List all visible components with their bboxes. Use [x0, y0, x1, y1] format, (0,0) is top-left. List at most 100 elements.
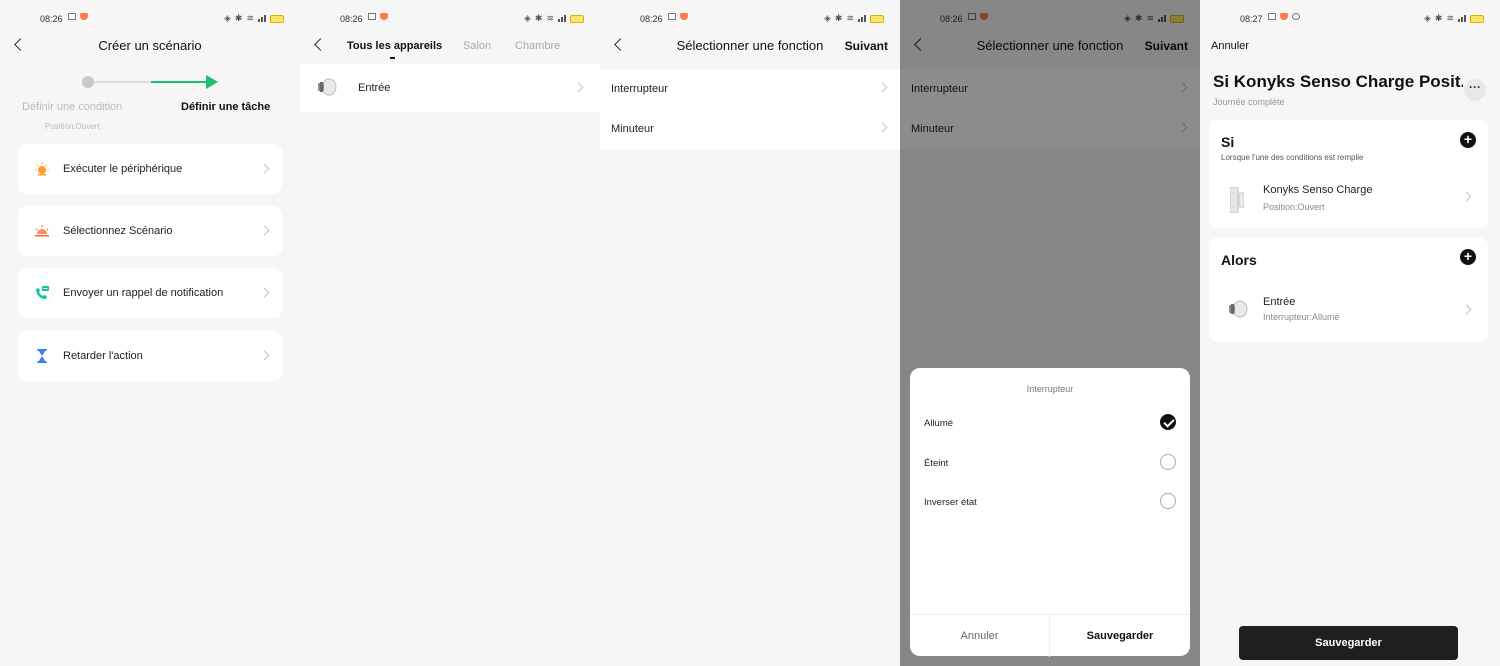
bluetooth-icon: ✱ — [1434, 13, 1443, 23]
function-timer[interactable]: Minuteur — [600, 109, 900, 149]
if-section: Si Lorsque l'une des conditions est remp… — [1209, 120, 1488, 228]
tab-bedroom[interactable]: Chambre — [515, 40, 560, 52]
battery-icon — [270, 14, 284, 23]
action-run-device[interactable]: Exécuter le périphérique — [18, 144, 282, 194]
smart-bulb-icon — [318, 78, 337, 96]
vibrate-icon: ◈ — [823, 13, 831, 23]
sunset-icon — [35, 225, 49, 237]
wifi-icon: ≋ — [1446, 13, 1454, 23]
add-condition-icon[interactable]: + — [1460, 132, 1476, 148]
battery-icon — [1470, 14, 1484, 23]
battery-icon — [870, 14, 884, 23]
if-header: Si — [1221, 134, 1235, 150]
save-button[interactable]: Sauvegarder — [1239, 626, 1458, 660]
status-time: 08:26 — [640, 14, 663, 24]
save-button[interactable]: Sauvegarder — [1050, 615, 1190, 657]
action-label: Retarder l'action — [63, 350, 143, 362]
function-switch[interactable]: Interrupteur — [600, 69, 900, 109]
cancel-button[interactable]: Annuler — [910, 615, 1050, 657]
action-device-name[interactable]: Entrée — [1263, 296, 1295, 308]
wifi-icon: ≋ — [846, 13, 854, 23]
signal-icon — [258, 15, 266, 22]
option-label: Éteint — [924, 458, 949, 469]
stepper: Définir une condition Position:Ouvert Dé… — [0, 70, 300, 140]
more-icon[interactable]: ··· — [1464, 79, 1486, 101]
app-icon — [80, 13, 88, 20]
chevron-right-icon — [259, 163, 270, 174]
app-icon — [680, 13, 688, 20]
function-label: Minuteur — [611, 123, 654, 135]
option-off[interactable]: Éteint — [924, 448, 1176, 478]
signal-icon — [858, 15, 866, 22]
step1-sublabel: Position:Ouvert — [45, 122, 100, 131]
vibrate-icon: ◈ — [223, 13, 231, 23]
action-label: Exécuter le périphérique — [63, 163, 183, 175]
screen-select-function: 08:26 ◈ ✱ ≋ Sélectionner une fonction Su… — [600, 0, 900, 666]
chevron-right-icon — [573, 82, 584, 93]
screen-select-function-sheet: 08:26 ◈ ✱ ≋ Sélectionner une fonction Su… — [900, 0, 1200, 666]
action-select-scenario[interactable]: Sélectionnez Scénario — [18, 206, 282, 256]
app-icon — [1280, 13, 1288, 20]
nav-bar: Créer un scénario — [0, 30, 300, 62]
action-delay[interactable]: Retarder l'action — [18, 331, 282, 381]
chevron-right-icon — [1461, 191, 1472, 202]
notification-icon — [368, 13, 376, 20]
condition-device-name[interactable]: Konyks Senso Charge — [1263, 184, 1372, 196]
step-line — [94, 81, 151, 83]
function-label: Interrupteur — [611, 83, 668, 95]
action-label: Envoyer un rappel de notification — [63, 287, 224, 299]
wifi-icon: ≋ — [246, 13, 254, 23]
action-device-state: Interrupteur:Allumé — [1263, 312, 1340, 322]
bluetooth-icon: ✱ — [534, 13, 543, 23]
condition-device-state: Position:Ouvert — [1263, 202, 1325, 212]
cancel-link[interactable]: Annuler — [1211, 40, 1249, 52]
tab-living-room[interactable]: Salon — [463, 40, 491, 52]
chevron-right-icon — [877, 122, 888, 133]
app-icon-2 — [1292, 13, 1300, 20]
step2-label: Définir une tâche — [181, 101, 271, 113]
device-name: Entrée — [358, 82, 391, 94]
device-row[interactable]: Entrée — [300, 64, 600, 112]
chevron-right-icon — [259, 350, 270, 361]
chevron-right-icon — [1461, 304, 1472, 315]
vibrate-icon: ◈ — [1423, 13, 1431, 23]
screen-scene-summary: 08:27 ◈ ✱ ≋ Annuler Si Konyks Senso Char… — [1200, 0, 1500, 666]
scene-subtitle[interactable]: Journée complète — [1213, 97, 1285, 107]
scene-title[interactable]: Si Konyks Senso Charge Posit... — [1213, 72, 1463, 92]
step-dot — [82, 76, 94, 88]
nav-bar: Sélectionner une fonction Suivant — [600, 30, 900, 62]
notification-icon — [668, 13, 676, 20]
radio-unchecked-icon[interactable] — [1160, 493, 1176, 509]
action-label: Sélectionnez Scénario — [63, 225, 173, 237]
status-bar: 08:27 ◈ ✱ ≋ — [1200, 0, 1500, 36]
option-label: Inverser état — [924, 497, 977, 508]
door-sensor-icon — [1230, 187, 1244, 213]
radio-unchecked-icon[interactable] — [1160, 454, 1176, 470]
radio-checked-icon[interactable] — [1160, 414, 1176, 430]
option-toggle[interactable]: Inverser état — [924, 487, 1176, 517]
chevron-right-icon — [877, 82, 888, 93]
then-section: Alors + Entrée Interrupteur:Allumé — [1209, 238, 1488, 342]
wifi-icon: ≋ — [546, 13, 554, 23]
notification-icon — [1268, 13, 1276, 20]
smart-bulb-icon — [1229, 300, 1248, 318]
add-action-icon[interactable]: + — [1460, 249, 1476, 265]
next-button[interactable]: Suivant — [845, 39, 888, 53]
action-send-notification[interactable]: Envoyer un rappel de notification — [18, 268, 282, 318]
page-title: Créer un scénario — [98, 38, 202, 53]
phone-message-icon — [36, 286, 49, 299]
battery-icon — [570, 14, 584, 23]
if-condition-mode[interactable]: Lorsque l'une des conditions est remplie — [1221, 153, 1364, 162]
tab-all-devices[interactable]: Tous les appareils — [347, 40, 442, 52]
option-on[interactable]: Allumé — [924, 408, 1176, 438]
bluetooth-icon: ✱ — [834, 13, 843, 23]
app-icon — [380, 13, 388, 20]
notification-icon — [68, 13, 76, 20]
status-time: 08:27 — [1240, 14, 1263, 24]
switch-options-sheet: Interrupteur Allumé Éteint Inverser état… — [910, 368, 1190, 657]
sheet-title: Interrupteur — [1026, 384, 1074, 394]
step1-label[interactable]: Définir une condition — [22, 101, 122, 113]
tab-indicator — [390, 57, 395, 59]
signal-icon — [558, 15, 566, 22]
chevron-right-icon — [259, 225, 270, 236]
